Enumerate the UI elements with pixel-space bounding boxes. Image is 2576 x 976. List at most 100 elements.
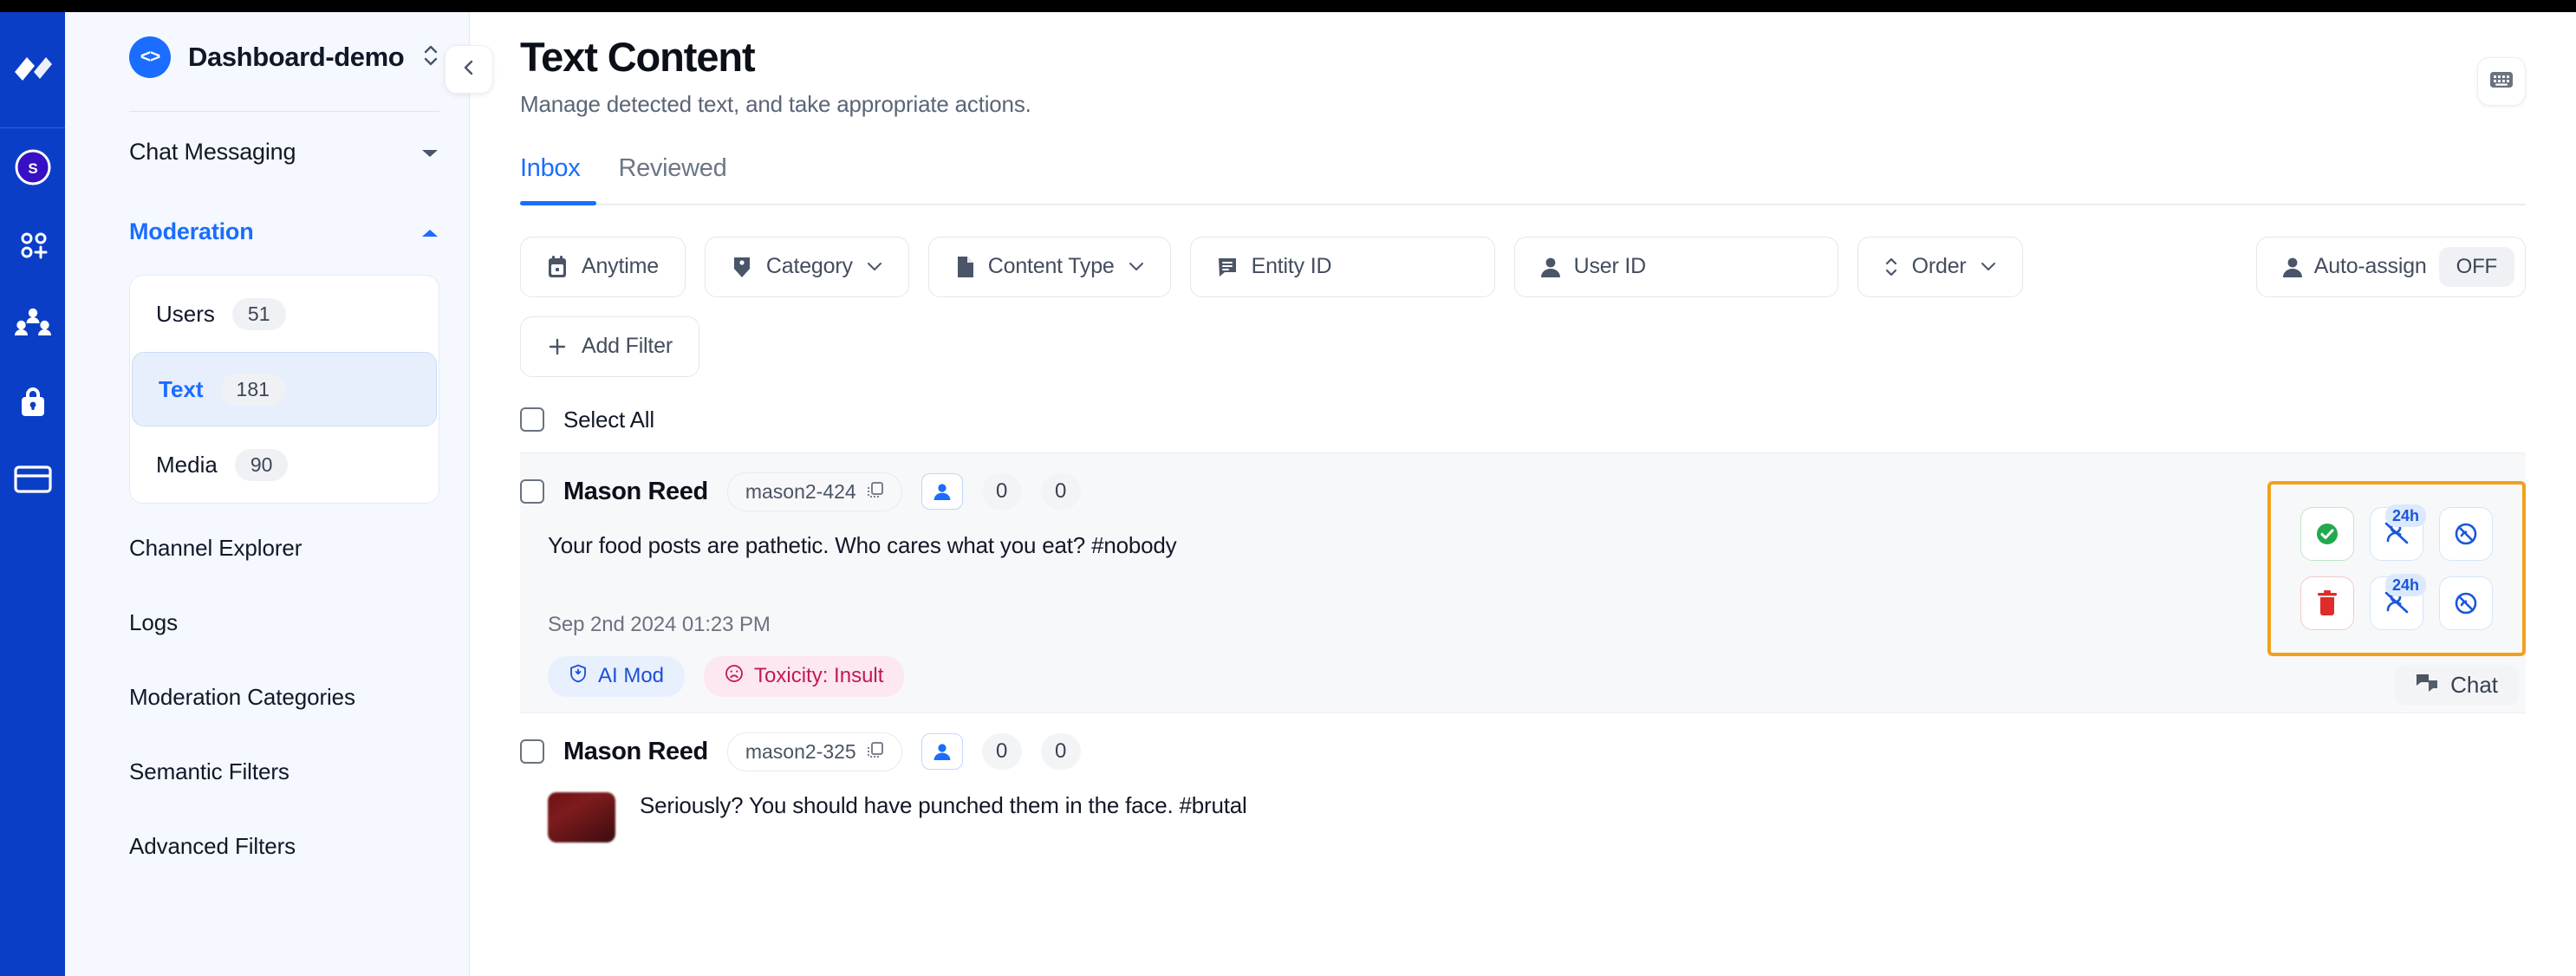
apps-add-icon[interactable] — [0, 206, 65, 284]
copy-icon[interactable] — [867, 740, 884, 764]
app-root: S <> Dashboard-demo Chat Messaging Moder… — [0, 0, 2576, 976]
collapse-sidebar-button[interactable] — [445, 45, 493, 94]
tag-toxicity[interactable]: Toxicity: Insult — [704, 655, 905, 697]
content-list: Mason Reed mason2-424 0 0 Your food post… — [520, 452, 2526, 858]
lock-icon[interactable] — [0, 362, 65, 440]
frown-icon — [725, 664, 744, 689]
sidebar-group-label: Chat Messaging — [129, 138, 296, 165]
sidebar-item-semantic-filters[interactable]: Semantic Filters — [129, 734, 439, 809]
item-checkbox[interactable] — [520, 479, 544, 504]
tab-inbox[interactable]: Inbox — [520, 154, 581, 204]
shield-check-icon — [569, 664, 588, 689]
user-icon — [2282, 257, 2302, 277]
plus-icon — [547, 336, 568, 357]
moderation-actions-panel: 24h 24h — [2267, 480, 2526, 656]
hide-button[interactable] — [2439, 576, 2493, 630]
filter-anytime[interactable]: Anytime — [520, 236, 686, 297]
filter-entity-id[interactable]: Entity ID — [1189, 236, 1495, 297]
credit-card-icon[interactable] — [0, 440, 65, 518]
people-group-icon[interactable] — [0, 284, 65, 362]
item-checkbox[interactable] — [520, 739, 544, 765]
filter-label: Entity ID — [1251, 254, 1332, 279]
chevron-left-icon — [459, 58, 478, 81]
filter-label: Order — [1911, 254, 1967, 279]
sidebar-item-text[interactable]: Text 181 — [132, 352, 437, 426]
tab-reviewed[interactable]: Reviewed — [618, 154, 726, 204]
duration-badge: 24h — [2384, 504, 2426, 528]
sidebar-item-logs[interactable]: Logs — [129, 585, 439, 660]
content-item-header: Mason Reed mason2-424 0 0 — [520, 472, 2526, 511]
filter-content-type[interactable]: Content Type — [927, 236, 1171, 297]
sidebar-item-label: Media — [156, 451, 218, 478]
project-name: Dashboard-demo — [188, 42, 405, 72]
document-icon — [955, 256, 974, 278]
filter-category[interactable]: Category — [704, 236, 909, 297]
project-selector[interactable]: <> Dashboard-demo — [65, 12, 469, 102]
flag-count-secondary: 0 — [1040, 733, 1081, 771]
add-filter-button[interactable]: Add Filter — [520, 316, 699, 377]
filter-label: Anytime — [582, 254, 659, 279]
sidebar-item-label: Users — [156, 300, 215, 327]
user-icon — [1540, 257, 1560, 277]
stream-logo[interactable] — [13, 54, 53, 88]
user-id-chip[interactable]: mason2-424 — [726, 472, 902, 511]
select-all-checkbox[interactable] — [520, 407, 544, 433]
sidebar-item-advanced-filters[interactable]: Advanced Filters — [129, 809, 439, 883]
auto-assign-toggle[interactable]: Auto-assign OFF — [2255, 236, 2526, 297]
sidebar-group-moderation[interactable]: Moderation — [129, 192, 439, 271]
content-author: Mason Reed — [563, 737, 708, 765]
delete-button[interactable] — [2300, 576, 2354, 630]
chevron-down-icon — [867, 262, 882, 271]
primary-icon-rail: S — [0, 0, 65, 976]
content-message-text: Your food posts are pathetic. Who cares … — [548, 531, 1177, 558]
content-item-row: Mason Reed mason2-424 0 0 Your food post… — [520, 452, 2526, 712]
page-subtitle: Manage detected text, and take appropria… — [520, 90, 1031, 117]
duration-badge: 24h — [2384, 573, 2426, 597]
window-top-strip — [0, 0, 2576, 12]
content-tags: AI Mod Toxicity: Insult — [548, 655, 2526, 697]
sidebar-item-label: Text — [159, 375, 204, 402]
ban-24h-button[interactable]: 24h — [2370, 504, 2426, 561]
user-avatar[interactable]: S — [0, 128, 65, 206]
filter-bar: Anytime Category Content Type Entity ID … — [520, 236, 2526, 297]
content-tabs: Inbox Reviewed — [520, 154, 2526, 205]
svg-text:S: S — [28, 160, 37, 177]
content-thumbnail[interactable] — [548, 791, 615, 843]
keyboard-shortcuts-button[interactable] — [2477, 57, 2526, 106]
copy-icon[interactable] — [867, 480, 884, 504]
sidebar-group-chat-messaging[interactable]: Chat Messaging — [129, 112, 439, 192]
select-all-label: Select All — [563, 406, 654, 433]
nav-groups: Chat Messaging Moderation Users 51 Text — [65, 112, 469, 883]
view-user-button[interactable] — [920, 473, 963, 511]
filter-order[interactable]: Order — [1857, 236, 2023, 297]
filter-label: Category — [765, 254, 853, 279]
view-user-button[interactable] — [920, 733, 963, 771]
shadow-ban-button[interactable] — [2439, 506, 2493, 561]
filter-label: User ID — [1573, 254, 1647, 279]
filter-user-id[interactable]: User ID — [1513, 236, 1838, 297]
user-id-chip[interactable]: mason2-325 — [726, 732, 902, 771]
sidebar-item-count: 51 — [231, 297, 286, 330]
sidebar-item-channel-explorer[interactable]: Channel Explorer — [129, 511, 439, 585]
mute-24h-button[interactable]: 24h — [2370, 573, 2426, 630]
open-chat-button[interactable]: Chat — [2395, 664, 2519, 706]
sidebar-item-count: 90 — [234, 448, 289, 481]
sidebar-item-media[interactable]: Media 90 — [130, 426, 439, 503]
approve-button[interactable] — [2300, 506, 2354, 561]
sidebar-item-users[interactable]: Users 51 — [130, 276, 439, 352]
user-id-value: mason2-424 — [745, 479, 856, 503]
navigation-sidebar: <> Dashboard-demo Chat Messaging Moderat… — [65, 0, 493, 976]
flag-count-primary: 0 — [981, 733, 1022, 771]
tag-icon — [732, 256, 752, 278]
chevron-updown-icon[interactable] — [422, 42, 439, 74]
content-item-header: Mason Reed mason2-325 0 0 — [520, 732, 2526, 771]
tag-ai-mod[interactable]: AI Mod — [548, 655, 686, 697]
content-message-text: Seriously? You should have punched them … — [640, 791, 1247, 818]
project-badge: <> — [129, 36, 171, 78]
user-id-value: mason2-325 — [745, 739, 856, 763]
moderation-actions-row-2: 24h — [2300, 573, 2493, 630]
sidebar-item-moderation-categories[interactable]: Moderation Categories — [129, 660, 439, 734]
main-content: Text Content Manage detected text, and t… — [470, 0, 2576, 976]
select-all-row: Select All — [520, 407, 2526, 433]
sidebar-group-label: Moderation — [129, 218, 254, 244]
